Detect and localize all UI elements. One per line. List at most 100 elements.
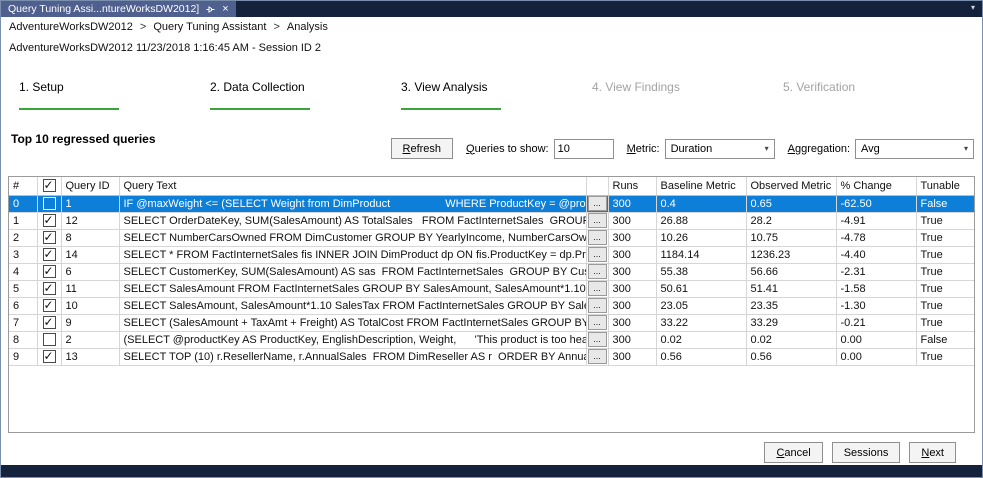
table-row[interactable]: 4 6SELECT CustomerKey, SUM(SalesAmount) A… [9,263,974,281]
sessions-button-label: Sessions [843,446,889,459]
row-pct-change: -2.31 [836,263,917,281]
row-checkbox[interactable] [42,280,56,296]
metric-label: Metric: [626,142,660,155]
row-runs: 300 [608,331,657,349]
row-index: 6 [9,297,38,315]
row-checkbox[interactable] [42,212,56,228]
aggregation-dropdown[interactable]: Avg ▾ [855,138,974,159]
breadcrumb-item-assistant[interactable]: Query Tuning Assistant [153,21,266,33]
row-checkbox[interactable] [42,197,56,211]
breadcrumb-item-database[interactable]: AdventureWorksDW2012 [9,21,133,33]
row-pct-change: -0.21 [836,314,917,332]
row-baseline-metric: 0.56 [656,348,747,366]
wizard-step-setup[interactable]: 1. Setup [19,78,210,110]
row-details-button[interactable]: ... [587,281,607,296]
row-details-button[interactable]: ... [587,264,607,279]
row-tunable: True [916,263,974,281]
row-query-id: 9 [61,314,120,332]
row-details-cell: ... [586,263,609,281]
table-row[interactable]: 8 2 (SELECT @productKey AS ProductKey, Eng… [9,331,974,349]
breadcrumb: AdventureWorksDW2012 > Query Tuning Assist… [1,17,982,33]
row-query-text: SELECT TOP (10) r.ResellerName, r.Annual… [119,348,587,366]
row-checkbox[interactable] [42,297,56,313]
sessions-button[interactable]: Sessions [831,442,901,463]
row-checkbox-cell [37,348,62,366]
wizard-step-data-collection[interactable]: 2. Data Collection [210,78,401,110]
row-tunable: True [916,246,974,264]
row-checkbox[interactable] [42,246,56,262]
row-pct-change: -4.91 [836,212,917,230]
row-details-button[interactable]: ... [587,332,607,347]
grid-toolbar: Top 10 regressed queries Refresh Queries… [11,130,974,159]
row-query-id: 2 [61,331,120,349]
row-query-text: SELECT (SalesAmount + TaxAmt + Freight) … [119,314,587,332]
row-details-button[interactable]: ... [587,230,607,245]
col-header-baseline-metric: Baseline Metric [656,177,747,196]
table-row[interactable]: 0 1 IF @maxWeight <= (SELECT Weight from D… [9,195,974,213]
table-body: 0 1 IF @maxWeight <= (SELECT Weight from D… [9,195,974,366]
row-details-button[interactable]: ... [587,349,607,364]
chevron-down-icon: ▾ [764,144,769,153]
row-index: 8 [9,331,38,349]
row-details-cell: ... [586,280,609,298]
row-checkbox-cell [37,297,62,315]
next-button[interactable]: Next [909,442,956,463]
row-index: 1 [9,212,38,230]
row-tunable: True [916,348,974,366]
table-row[interactable]: 2 8SELECT NumberCarsOwned FROM DimCustome… [9,229,974,247]
row-checkbox[interactable] [42,314,56,330]
row-pct-change: -62.50 [836,195,917,213]
col-header-observed-metric: Observed Metric [746,177,837,196]
row-tunable: True [916,212,974,230]
row-query-id: 6 [61,263,120,281]
row-details-button[interactable]: ... [587,315,607,330]
row-index: 2 [9,229,38,247]
breadcrumb-item-analysis[interactable]: Analysis [287,21,328,33]
table-row[interactable]: 3 14SELECT * FROM FactInternetSales fis I… [9,246,974,264]
pin-icon[interactable] [206,5,215,14]
table-row[interactable]: 7 9SELECT (SalesAmount + TaxAmt + Freight… [9,314,974,332]
metric-dropdown[interactable]: Duration ▾ [664,138,775,159]
tab-list-dropdown-icon[interactable]: ▾ [971,3,975,12]
table-row[interactable]: 6 10SELECT SalesAmount, SalesAmount*1.10 … [9,297,974,315]
wizard-step-verification[interactable]: 5. Verification [783,78,974,110]
regressed-queries-grid: # Query ID Query Text Runs Baseline Metr… [8,176,975,433]
close-icon[interactable]: × [222,4,228,15]
breadcrumb-separator: > [139,21,147,33]
table-row[interactable]: 9 13SELECT TOP (10) r.ResellerName, r.Ann… [9,348,974,366]
row-details-cell: ... [586,314,609,332]
next-button-label: Next [921,446,944,459]
row-pct-change: -1.30 [836,297,917,315]
row-observed-metric: 51.41 [746,280,837,298]
row-checkbox[interactable] [42,333,56,347]
row-query-id: 1 [61,195,120,213]
chevron-down-icon: ▾ [963,144,968,153]
section-title: Top 10 regressed queries [11,132,156,146]
row-checkbox[interactable] [42,263,56,279]
row-details-button[interactable]: ... [587,196,607,211]
row-pct-change: -4.78 [836,229,917,247]
row-details-button[interactable]: ... [587,213,607,228]
table-row[interactable]: 1 12SELECT OrderDateKey, SUM(SalesAmount)… [9,212,974,230]
row-tunable: True [916,297,974,315]
step-progress-underline [210,108,310,110]
wizard-step-view-analysis[interactable]: 3. View Analysis [401,78,592,110]
row-query-text: SELECT SalesAmount, SalesAmount*1.10 Sal… [119,297,587,315]
refresh-button[interactable]: Refresh [390,138,454,159]
row-observed-metric: 0.02 [746,331,837,349]
col-header-details [586,177,609,196]
row-details-button[interactable]: ... [587,247,607,262]
wizard-step-view-findings[interactable]: 4. View Findings [592,78,783,110]
row-details-button[interactable]: ... [587,298,607,313]
query-tuning-assistant-window: Query Tuning Assi...ntureWorksDW2012] × … [0,0,983,478]
row-checkbox-cell [37,331,62,349]
row-checkbox[interactable] [42,348,56,364]
wizard-steps: 1. Setup 2. Data Collection 3. View Anal… [19,78,974,110]
document-tab[interactable]: Query Tuning Assi...ntureWorksDW2012] × [1,1,236,17]
queries-to-show-input[interactable] [553,138,614,159]
row-baseline-metric: 0.4 [656,195,747,213]
cancel-button[interactable]: Cancel [764,442,823,463]
row-checkbox[interactable] [42,229,56,245]
table-row[interactable]: 5 11SELECT SalesAmount FROM FactInternetS… [9,280,974,298]
select-all-checkbox[interactable] [42,177,56,193]
